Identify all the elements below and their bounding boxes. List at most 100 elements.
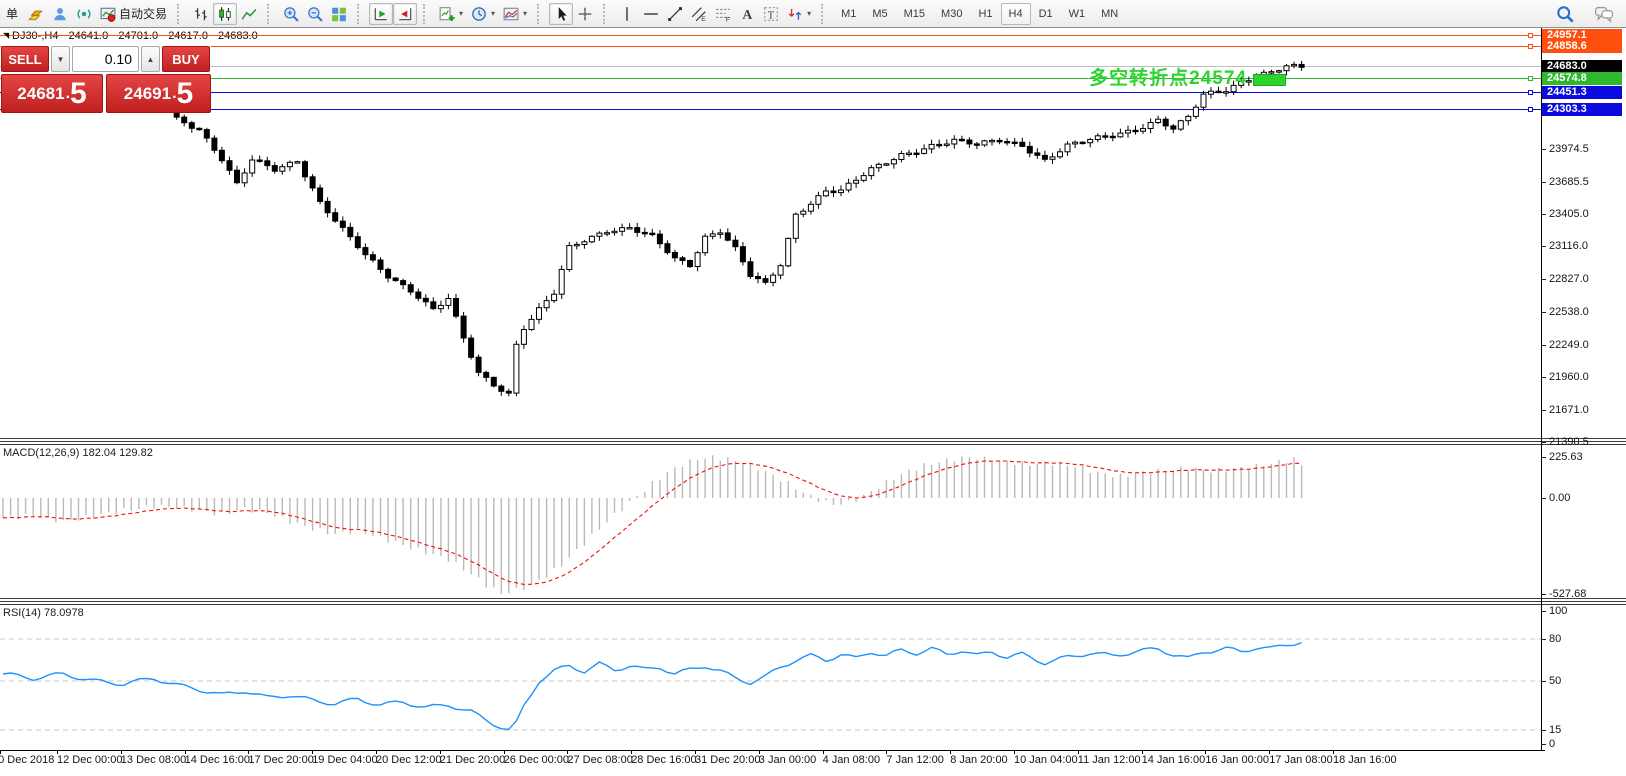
chart-shift-button[interactable] [393, 3, 417, 25]
gold-button[interactable] [24, 3, 48, 25]
dropdown-arrow-icon[interactable]: ▾ [459, 9, 463, 18]
chart-shift-icon [397, 6, 413, 22]
tile-windows-icon [331, 6, 347, 22]
price-line-handle[interactable] [1528, 76, 1533, 81]
sell-button[interactable]: SELL [1, 46, 49, 72]
main-chart-canvas[interactable] [0, 28, 1541, 438]
equidistant-channel-button[interactable]: E [687, 3, 711, 25]
axis-tick [1541, 312, 1546, 313]
volume-decrease-button[interactable]: ▼ [51, 46, 70, 72]
cursor-button[interactable] [549, 3, 573, 25]
text-button[interactable]: A [735, 3, 759, 25]
chat-icon [1594, 5, 1614, 23]
axis-tick [1541, 279, 1546, 280]
timeframe-mn[interactable]: MN [1093, 3, 1126, 25]
panel-splitter-macd[interactable] [0, 438, 1626, 445]
toolbar-separator [537, 4, 545, 24]
price-tick-label: 23685.5 [1549, 176, 1589, 188]
line-chart-icon [241, 6, 257, 22]
date-label: 12 Dec 00:00 [57, 754, 122, 766]
axis-tick [1541, 639, 1546, 640]
price-badge: 24574.8 [1542, 72, 1622, 85]
dropdown-arrow-icon[interactable]: ▾ [807, 9, 811, 18]
trend-line-button[interactable] [663, 3, 687, 25]
horizontal-line-button[interactable] [639, 3, 663, 25]
fibonacci-button[interactable]: F [711, 3, 735, 25]
volume-increase-button[interactable]: ▲ [141, 46, 160, 72]
sell-price-main: 24681 [17, 84, 64, 104]
text-icon: A [739, 6, 755, 22]
search-button[interactable] [1552, 3, 1578, 25]
price-line-handle[interactable] [1528, 44, 1533, 49]
volume-input[interactable] [72, 46, 139, 72]
timeframe-d1[interactable]: D1 [1031, 3, 1061, 25]
axis-tick [1541, 410, 1546, 411]
date-label: 10 Dec 2018 [0, 754, 54, 766]
new-chart-button[interactable]: ▾ [435, 3, 467, 25]
price-tick-label: 21671.0 [1549, 404, 1589, 416]
signals-button[interactable] [72, 3, 96, 25]
price-badge: 24451.3 [1542, 86, 1622, 99]
panel-splitter-rsi[interactable] [0, 598, 1626, 605]
tile-windows-button[interactable] [327, 3, 351, 25]
line-chart-button[interactable] [237, 3, 261, 25]
price-tick-label: 21390.5 [1549, 436, 1589, 448]
collapse-trade-panel-icon[interactable]: ◥ [3, 31, 9, 40]
community-button[interactable] [48, 3, 72, 25]
price-line-handle[interactable] [1528, 33, 1533, 38]
autotrading-button[interactable]: 自动交易 [96, 3, 171, 25]
periods-button[interactable]: ▾ [467, 3, 499, 25]
vertical-line-button[interactable] [615, 3, 639, 25]
dropdown-arrow-icon[interactable]: ▾ [523, 9, 527, 18]
fibonacci-icon: F [715, 6, 731, 22]
dropdown-arrow-icon[interactable]: ▾ [491, 9, 495, 18]
arrows-button[interactable]: ▾ [783, 3, 815, 25]
timeframe-m30[interactable]: M30 [933, 3, 970, 25]
new-chart-icon [439, 6, 455, 22]
sell-price-button[interactable]: 24681.5 [1, 74, 103, 113]
axis-tick [1541, 611, 1546, 612]
search-icon [1556, 5, 1574, 23]
buy-price-button[interactable]: 24691.5 [106, 74, 211, 113]
rsi-tick-label: 80 [1549, 633, 1561, 645]
timeframe-m5[interactable]: M5 [864, 3, 895, 25]
price-tick-label: 22827.0 [1549, 273, 1589, 285]
buy-price-pip: 5 [177, 79, 194, 109]
templates-button[interactable]: ▾ [499, 3, 531, 25]
text-label-button[interactable]: T [759, 3, 783, 25]
crosshair-button[interactable] [573, 3, 597, 25]
timeframe-h1[interactable]: H1 [970, 3, 1000, 25]
date-label: 14 Dec 16:00 [185, 754, 250, 766]
autotrading-button-label: 自动交易 [119, 5, 167, 22]
date-label: 11 Jan 12:00 [1078, 754, 1141, 766]
toolbar-separator [821, 4, 829, 24]
date-axis-line [0, 750, 1545, 751]
auto-scroll-icon [373, 6, 389, 22]
timeframe-w1[interactable]: W1 [1061, 3, 1094, 25]
zoom-in-icon [283, 6, 299, 22]
price-line-handle[interactable] [1528, 90, 1533, 95]
chat-button[interactable] [1590, 3, 1618, 25]
axis-tick [1541, 182, 1546, 183]
axis-tick [1541, 377, 1546, 378]
macd-tick-label: 225.63 [1549, 451, 1583, 463]
timeframe-m1[interactable]: M1 [833, 3, 864, 25]
timeframe-m15[interactable]: M15 [896, 3, 933, 25]
rsi-canvas[interactable] [0, 605, 1541, 750]
macd-title: MACD(12,26,9) 182.04 129.82 [3, 447, 153, 459]
candlestick-chart-button[interactable] [213, 3, 237, 25]
zoom-out-button[interactable] [303, 3, 327, 25]
macd-canvas[interactable] [0, 445, 1541, 598]
new-order-button[interactable]: 单 [0, 3, 24, 25]
date-label: 13 Dec 08:00 [121, 754, 186, 766]
auto-scroll-button[interactable] [369, 3, 393, 25]
date-label: 14 Jan 16:00 [1142, 754, 1206, 766]
buy-button[interactable]: BUY [162, 46, 210, 72]
main-toolbar: 单 自动交易 ▾ ▾ ▾ EFAT ▾ M1M5M15M30H1H4D1W1MN [0, 0, 1626, 28]
timeframe-h4[interactable]: H4 [1001, 3, 1031, 25]
zoom-in-button[interactable] [279, 3, 303, 25]
date-label: 10 Jan 04:00 [1014, 754, 1078, 766]
bar-chart-button[interactable] [189, 3, 213, 25]
new-order-button-label: 单 [6, 5, 18, 22]
price-line-handle[interactable] [1528, 107, 1533, 112]
